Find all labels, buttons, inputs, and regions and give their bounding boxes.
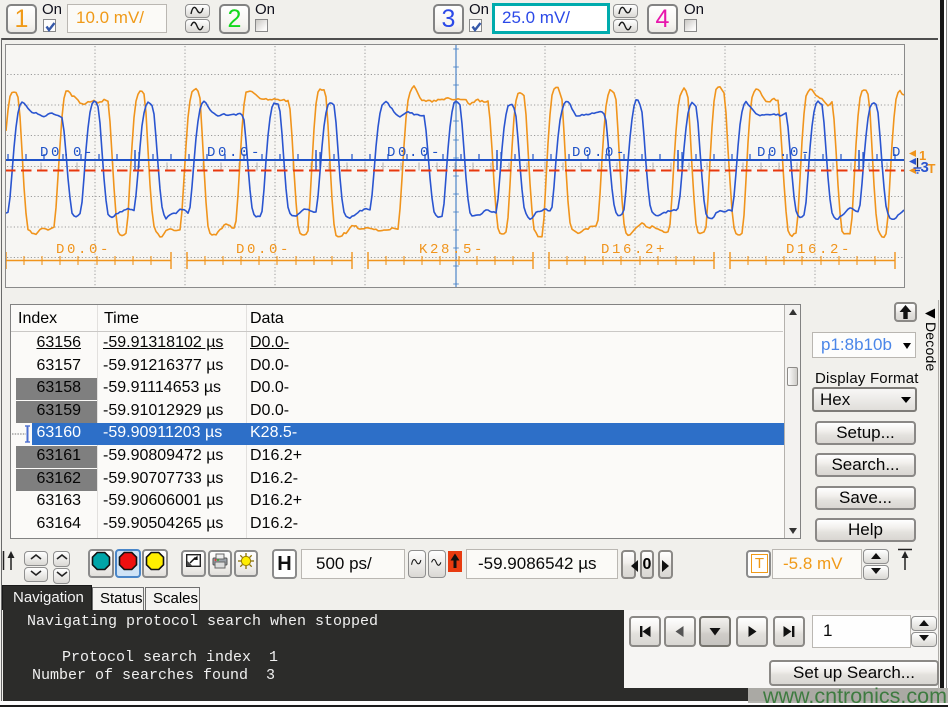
svg-text:D0.0-: D0.0- [40,145,95,161]
svg-text:D0.0-: D0.0- [236,242,291,258]
svg-text:D0.0-: D0.0- [387,145,442,161]
svg-text:K28.5-: K28.5- [419,242,485,258]
svg-text:D0.0-: D0.0- [207,145,262,161]
svg-text:D16.2-: D16.2- [786,242,852,258]
svg-text:T: T [928,161,936,176]
svg-text:D0.0-: D0.0- [56,242,111,258]
svg-text:D16.2+: D16.2+ [601,242,667,258]
svg-text:D0.0-: D0.0- [757,145,812,161]
svg-text:D: D [892,145,903,161]
svg-text:D0.0-: D0.0- [572,145,627,161]
